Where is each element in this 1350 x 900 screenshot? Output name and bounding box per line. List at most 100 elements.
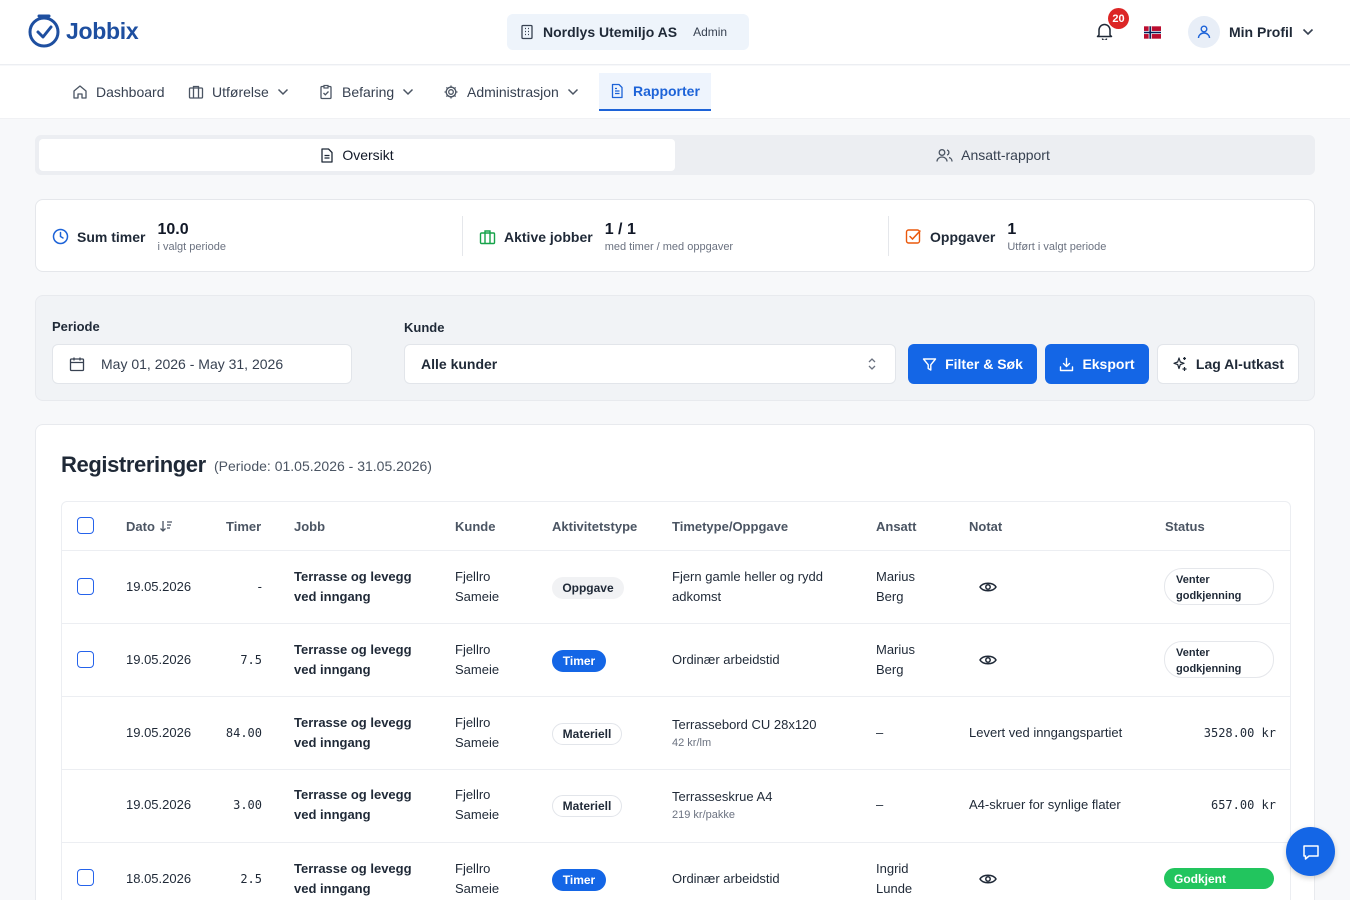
row-timer: - [257,579,262,594]
row-customer-line2: Sameie [455,589,500,604]
row-unit-price: 42 kr/lm [672,737,712,749]
nav-administrasjon[interactable]: Administrasjon [433,73,589,111]
row-timer: 2.5 [240,872,262,886]
period-value: May 01, 2026 - May 31, 2026 [101,356,284,372]
row-checkbox[interactable] [77,578,94,595]
row-unit-price: 219 kr/pakke [672,809,735,821]
tab-oversikt[interactable]: Oversikt [39,139,675,171]
row-note: Levert ved inngangspartiet [969,725,1123,740]
users-icon [936,148,953,162]
column-dato[interactable]: Dato [126,519,173,534]
chevron-down-icon [403,88,414,96]
logo[interactable]: Jobbix [26,13,139,49]
tab-ansatt-rapport[interactable]: Ansatt-rapport [675,139,1311,171]
row-job-line2: ved inngang [294,589,371,604]
activity-type-badge: Oppgave [552,577,624,599]
row-customer-line2: Sameie [455,881,500,896]
status-badge: Godkjent [1164,868,1274,889]
chevron-updown-icon [868,358,876,370]
gear-icon [444,85,458,99]
column-timer: Timer [226,519,262,534]
row-job-line2: ved inngang [294,735,371,750]
eye-icon[interactable] [979,581,997,593]
chat-button[interactable] [1286,827,1335,876]
eye-icon[interactable] [979,654,997,666]
clock-icon [52,228,69,245]
nav-rapporter-label: Rapporter [633,83,700,99]
nav-utforelse[interactable]: Utførelse [178,73,299,111]
table-row[interactable]: 19.05.2026 84.00 Terrasse og levegg ved … [62,697,1290,770]
periode-label: Periode [52,319,100,334]
logo-text: Jobbix [66,17,139,44]
sparkles-icon [1173,357,1187,371]
stat-oppgaver-value: 1 [1007,220,1017,238]
row-date: 19.05.2026 [126,579,192,594]
nav-befaring[interactable]: Befaring [308,73,424,111]
activity-type-badge: Timer [552,869,606,891]
profile-menu[interactable]: Min Profil [1188,16,1314,48]
row-date: 18.05.2026 [126,871,192,886]
nav-dashboard[interactable]: Dashboard [62,73,175,111]
company-name: Nordlys Utemiljo AS [543,24,678,40]
filter-search-label: Filter & Søk [945,356,1023,372]
row-customer-line2: Sameie [455,662,500,677]
nav-rapporter[interactable]: Rapporter [599,73,711,111]
chevron-down-icon [567,88,578,96]
row-job-line1: Terrasse og levegg [294,861,412,876]
period-date-picker[interactable]: May 01, 2026 - May 31, 2026 [52,344,352,384]
row-checkbox[interactable] [77,651,94,668]
stat-aktive-jobber-value: 1 / 1 [604,220,636,238]
briefcase-icon [188,85,204,99]
norway-flag-icon[interactable] [1144,26,1161,39]
row-customer-line2: Sameie [455,807,500,822]
eye-icon[interactable] [979,873,997,885]
column-status: Status [1165,519,1205,534]
row-timetype: Terrasseskrue A4 [672,789,773,804]
nav-administrasjon-label: Administrasjon [467,84,559,100]
company-switcher[interactable]: Nordlys Utemiljo AS Admin [507,14,749,50]
nav-dashboard-label: Dashboard [96,84,165,100]
row-checkbox[interactable] [77,869,94,886]
ai-draft-button[interactable]: Lag AI-utkast [1157,344,1299,384]
column-notat: Notat [969,519,1003,534]
calendar-icon [69,357,85,372]
ai-draft-label: Lag AI-utkast [1195,356,1285,372]
home-icon [73,85,87,99]
row-job-line1: Terrasse og levegg [294,569,412,584]
activity-type-badge: Materiell [552,795,622,817]
row-employee: – [876,797,884,812]
row-amount: 657.00 kr [1210,798,1276,812]
summary-stats: Sum timer 10.0 i valgt periode Aktive jo… [35,199,1315,272]
filter-icon [922,357,937,371]
table-row[interactable]: 19.05.2026 - Terrasse og levegg ved inng… [62,551,1290,624]
export-button[interactable]: Eksport [1045,344,1149,384]
select-all-checkbox[interactable] [77,517,94,534]
filter-search-button[interactable]: Filter & Søk [908,344,1037,384]
customer-select[interactable]: Alle kunder [404,344,896,384]
row-job-line1: Terrasse og levegg [294,642,412,657]
stat-aktive-jobber-label: Aktive jobber [504,228,593,245]
row-job-line2: ved inngang [294,807,371,822]
table-row[interactable]: 18.05.2026 2.5 Terrasse og levegg ved in… [62,843,1290,900]
document-icon [611,83,623,99]
clock-check-icon [28,14,60,48]
status-line2: godkjenning [1176,590,1242,602]
row-date: 19.05.2026 [126,797,192,812]
row-job-line2: ved inngang [294,881,371,896]
row-timetype-line2: adkomst [672,589,722,604]
document-icon [321,147,333,163]
customer-select-value: Alle kunder [421,356,498,372]
table-row[interactable]: 19.05.2026 3.00 Terrasse og levegg ved i… [62,770,1290,843]
tab-oversikt-label: Oversikt [342,147,394,163]
table-row[interactable]: 19.05.2026 7.5 Terrasse og levegg ved in… [62,624,1290,697]
row-job-line1: Terrasse og levegg [294,787,412,802]
registrations-table: Dato Timer Jobb Kunde Aktivitetstype Tim… [61,501,1291,900]
main-nav: Dashboard Utførelse Befaring Administras… [0,66,1350,119]
column-ansatt: Ansatt [876,519,917,534]
checkbox-checked-icon [905,229,921,244]
row-employee-line1: Marius [876,642,916,657]
status-line1: Venter [1176,574,1210,586]
report-tabs: Oversikt Ansatt-rapport [35,135,1315,175]
stat-divider [888,216,889,256]
column-aktivitetstype: Aktivitetstype [552,519,638,534]
